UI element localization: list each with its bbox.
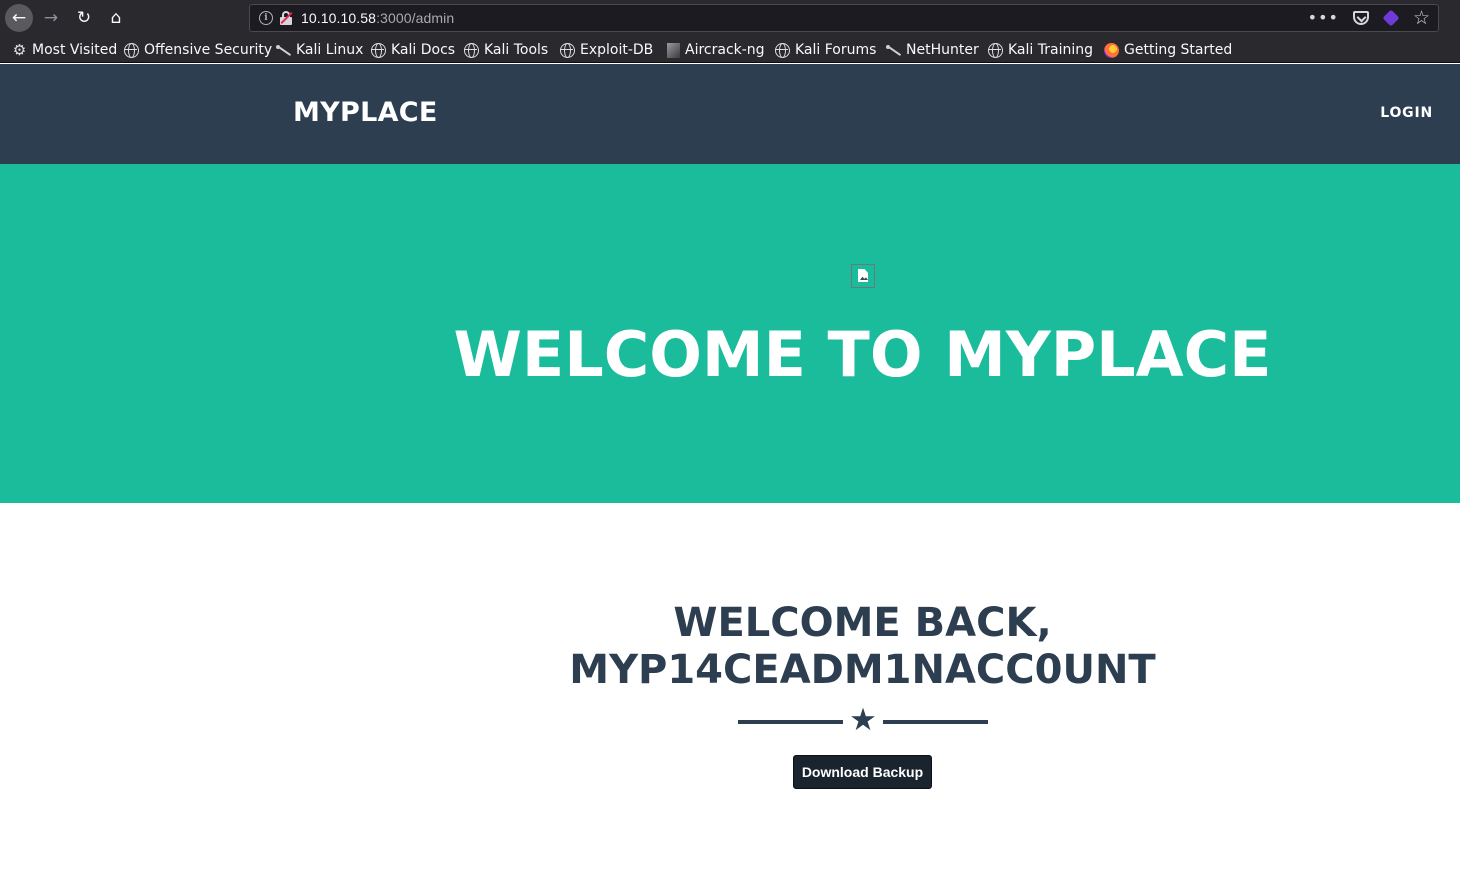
- bookmark-offensive-security[interactable]: Offensive Security: [124, 40, 272, 60]
- bookmark-label: Kali Linux: [296, 42, 364, 58]
- bookmark-label: Getting Started: [1124, 42, 1233, 58]
- home-icon: ⌂: [110, 8, 122, 28]
- more-icon[interactable]: •••: [1308, 10, 1339, 26]
- bookmark-kali-forums[interactable]: Kali Forums: [775, 40, 876, 60]
- forward-button[interactable]: →: [37, 4, 65, 32]
- home-button[interactable]: ⌂: [102, 4, 130, 32]
- bookmark-kali-linux[interactable]: Kali Linux: [276, 40, 363, 60]
- info-icon[interactable]: i: [259, 11, 273, 25]
- bookmark-nethunter[interactable]: NetHunter: [886, 40, 979, 60]
- bookmark-kali-docs[interactable]: Kali Docs: [371, 40, 455, 60]
- broken-image-icon: [851, 264, 875, 288]
- bookmark-kali-tools[interactable]: Kali Tools: [464, 40, 548, 60]
- reload-button[interactable]: ↻: [70, 4, 98, 32]
- back-icon: ←: [11, 8, 27, 28]
- brand-logo-link[interactable]: MYPLACE: [293, 97, 438, 128]
- bookmark-label: Kali Training: [1008, 42, 1093, 58]
- bookmark-label: Kali Tools: [484, 42, 549, 58]
- bookmark-star-icon[interactable]: ☆: [1413, 9, 1430, 28]
- gear-icon: ⚙: [12, 40, 27, 59]
- divider-line: [883, 720, 988, 724]
- bookmark-label: Exploit-DB: [580, 42, 654, 58]
- welcome-line: WELCOME BACK,: [673, 600, 1052, 646]
- url-bar-actions: ••• ☆: [1308, 9, 1430, 28]
- extension-icon[interactable]: [1382, 9, 1400, 27]
- site-navbar: MYPLACE LOGIN: [0, 64, 1460, 164]
- bookmark-aircrack-ng[interactable]: Aircrack-ng: [667, 40, 765, 60]
- globe-icon: [464, 42, 479, 58]
- kali-dragon-icon: [886, 43, 901, 58]
- url-bar[interactable]: i 10.10.10.58:3000/admin ••• ☆: [249, 4, 1439, 32]
- divider-line: [738, 720, 843, 724]
- forward-icon: →: [43, 8, 59, 28]
- bookmark-label: Offensive Security: [144, 42, 273, 58]
- globe-icon: [775, 42, 790, 58]
- bookmarks-bar: ⚙ Most Visited Offensive Security Kali Li…: [0, 36, 1460, 63]
- pocket-icon[interactable]: [1352, 11, 1369, 25]
- welcome-heading: WELCOME BACK, MYP14CEADM1NACC0UNT: [0, 600, 1460, 694]
- bookmark-label: Most Visited: [32, 42, 118, 58]
- aircrack-icon: [667, 42, 680, 58]
- username-line: MYP14CEADM1NACC0UNT: [569, 647, 1156, 693]
- globe-icon: [560, 42, 575, 58]
- star-divider: ★: [738, 703, 988, 737]
- hero-section: WELCOME TO MYPLACE: [0, 164, 1460, 503]
- globe-icon: [371, 42, 386, 58]
- bookmark-label: Kali Docs: [391, 42, 456, 58]
- kali-dragon-icon: [276, 43, 291, 58]
- bookmark-kali-training[interactable]: Kali Training: [988, 40, 1093, 60]
- url-host: 10.10.10.58: [301, 10, 377, 26]
- bookmark-label: Aircrack-ng: [685, 42, 765, 58]
- login-link[interactable]: LOGIN: [1380, 105, 1433, 121]
- star-icon: ★: [849, 702, 877, 738]
- bookmark-label: NetHunter: [906, 42, 979, 58]
- firefox-icon: [1104, 42, 1119, 58]
- url-path: :3000/admin: [376, 10, 455, 26]
- globe-icon: [124, 42, 139, 58]
- url-text[interactable]: 10.10.10.58:3000/admin: [301, 10, 454, 26]
- bookmark-label: Kali Forums: [795, 42, 877, 58]
- globe-icon: [988, 42, 1003, 58]
- reload-icon: ↻: [76, 8, 92, 28]
- download-backup-button[interactable]: Download Backup: [793, 755, 932, 789]
- back-button[interactable]: ←: [5, 4, 33, 32]
- bookmark-exploit-db[interactable]: Exploit-DB: [560, 40, 653, 60]
- insecure-lock-icon[interactable]: [280, 11, 293, 25]
- browser-toolbar: ← → ↻ ⌂ i 10.10.10.58:3000/admin ••• ☆: [0, 0, 1460, 36]
- hero-title: WELCOME TO MYPLACE: [453, 318, 1272, 391]
- bookmark-getting-started[interactable]: Getting Started: [1104, 40, 1232, 60]
- bookmark-most-visited[interactable]: ⚙ Most Visited: [12, 40, 117, 60]
